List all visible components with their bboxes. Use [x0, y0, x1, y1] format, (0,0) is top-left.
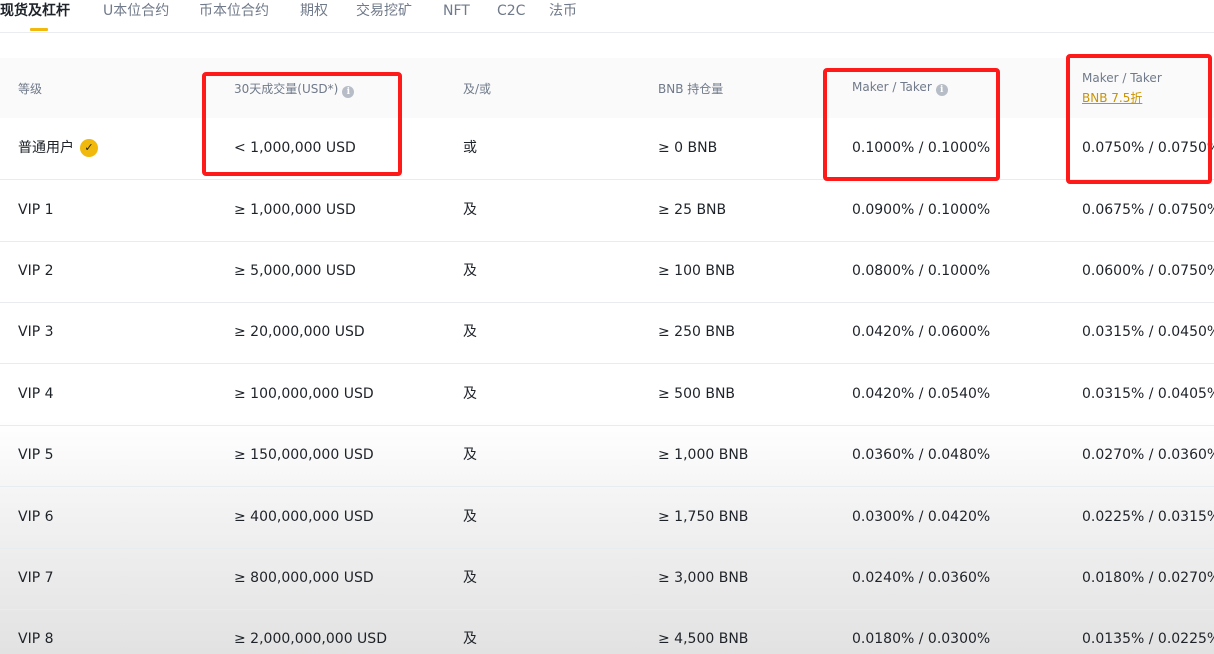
table-header: 等级 30天成交量(USD*) i 及/或 BNB 持仓量 Maker / Tak… — [0, 58, 1214, 118]
table-row: VIP 4 ≥ 100,000,000 USD 及 ≥ 500 BNB 0.04… — [0, 364, 1214, 426]
maker-taker-cell: 0.0420% / 0.0540% — [852, 386, 991, 402]
table-row: VIP 1 ≥ 1,000,000 USD 及 ≥ 25 BNB 0.0900%… — [0, 180, 1214, 242]
volume-cell: ≥ 5,000,000 USD — [234, 263, 356, 279]
header-volume: 30天成交量(USD*) i — [234, 80, 355, 98]
header-tier: 等级 — [18, 82, 43, 96]
and-or-cell: 及 — [463, 263, 477, 279]
header-maker-taker-bnb: Maker / Taker — [1082, 71, 1162, 85]
fee-schedule-page: 现货及杠杆 U本位合约 币本位合约 期权 交易挖矿 NFT C2C 法币 等级 … — [0, 0, 1214, 654]
tier-cell: VIP 8 — [18, 631, 54, 647]
tier-cell: VIP 2 — [18, 263, 54, 279]
header-maker-taker: Maker / Taker i — [852, 80, 948, 96]
bnb-cell: ≥ 1,750 BNB — [658, 509, 749, 525]
tab-spot-margin[interactable]: 现货及杠杆 — [0, 0, 70, 30]
volume-cell: ≥ 150,000,000 USD — [234, 447, 374, 463]
maker-taker-bnb-cell: 0.0600% / 0.0750% — [1082, 263, 1214, 279]
bnb-cell: ≥ 250 BNB — [658, 324, 736, 340]
tab-nft[interactable]: NFT — [443, 0, 470, 30]
maker-taker-cell: 0.0900% / 0.1000% — [852, 202, 991, 218]
tier-cell: VIP 3 — [18, 324, 54, 340]
tab-options[interactable]: 期权 — [300, 0, 328, 30]
and-or-cell: 及 — [463, 631, 477, 647]
bnb-cell: ≥ 500 BNB — [658, 386, 736, 402]
maker-taker-cell: 0.0420% / 0.0600% — [852, 324, 991, 340]
maker-taker-cell: 0.0360% / 0.0480% — [852, 447, 991, 463]
volume-cell: ≥ 2,000,000,000 USD — [234, 631, 387, 647]
tier-cell: VIP 5 — [18, 447, 54, 463]
and-or-cell: 及 — [463, 447, 477, 463]
bnb-cell: ≥ 1,000 BNB — [658, 447, 749, 463]
active-tab-indicator — [30, 28, 48, 31]
tier-cell: VIP 7 — [18, 570, 54, 586]
tier-cell: VIP 1 — [18, 202, 54, 218]
bnb-cell: ≥ 25 BNB — [658, 202, 727, 218]
tab-liquid-swap[interactable]: 交易挖矿 — [356, 0, 412, 30]
table-row: VIP 7 ≥ 800,000,000 USD 及 ≥ 3,000 BNB 0.… — [0, 548, 1214, 610]
and-or-cell: 及 — [463, 509, 477, 525]
maker-taker-bnb-cell: 0.0315% / 0.0450% — [1082, 324, 1214, 340]
maker-taker-bnb-cell: 0.0180% / 0.0270% — [1082, 570, 1214, 586]
bnb-cell: ≥ 4,500 BNB — [658, 631, 749, 647]
maker-taker-cell: 0.0300% / 0.0420% — [852, 509, 991, 525]
and-or-cell: 或 — [463, 140, 477, 156]
table-row: VIP 3 ≥ 20,000,000 USD 及 ≥ 250 BNB 0.042… — [0, 302, 1214, 364]
tab-coinm-futures[interactable]: 币本位合约 — [199, 0, 269, 30]
bnb-discount-link[interactable]: BNB 7.5折 — [1082, 89, 1142, 106]
table-row: 普通用户 ✓ < 1,000,000 USD 或 ≥ 0 BNB 0.1000% … — [0, 118, 1214, 180]
table-row: VIP 5 ≥ 150,000,000 USD 及 ≥ 1,000 BNB 0.… — [0, 425, 1214, 487]
volume-cell: < 1,000,000 USD — [234, 140, 356, 156]
tab-c2c[interactable]: C2C — [497, 0, 525, 30]
table-row: VIP 8 ≥ 2,000,000,000 USD 及 ≥ 4,500 BNB … — [0, 609, 1214, 654]
product-tabs: 现货及杠杆 U本位合约 币本位合约 期权 交易挖矿 NFT C2C 法币 — [0, 0, 1214, 33]
table-row: VIP 6 ≥ 400,000,000 USD 及 ≥ 1,750 BNB 0.… — [0, 487, 1214, 549]
maker-taker-cell: 0.0240% / 0.0360% — [852, 570, 991, 586]
tier-cell: VIP 4 — [18, 386, 54, 402]
maker-taker-bnb-cell: 0.0750% / 0.0750% — [1082, 140, 1214, 156]
maker-taker-cell: 0.1000% / 0.1000% — [852, 140, 991, 156]
and-or-cell: 及 — [463, 324, 477, 340]
tier-label: 普通用户 — [18, 140, 74, 156]
bnb-cell: ≥ 3,000 BNB — [658, 570, 749, 586]
maker-taker-bnb-cell: 0.0135% / 0.0225% — [1082, 631, 1214, 647]
volume-cell: ≥ 100,000,000 USD — [234, 386, 374, 402]
tab-fiat[interactable]: 法币 — [549, 0, 577, 30]
maker-taker-bnb-cell: 0.0225% / 0.0315% — [1082, 509, 1214, 525]
volume-cell: ≥ 1,000,000 USD — [234, 202, 356, 218]
and-or-cell: 及 — [463, 386, 477, 402]
verified-check-icon: ✓ — [80, 139, 98, 157]
table-row: VIP 2 ≥ 5,000,000 USD 及 ≥ 100 BNB 0.0800… — [0, 241, 1214, 303]
header-volume-label: 30天成交量(USD*) — [234, 82, 339, 96]
maker-taker-bnb-cell: 0.0315% / 0.0405% — [1082, 386, 1214, 402]
maker-taker-cell: 0.0800% / 0.1000% — [852, 263, 991, 279]
and-or-cell: 及 — [463, 570, 477, 586]
info-icon[interactable]: i — [935, 84, 948, 96]
tab-usdm-futures[interactable]: U本位合约 — [103, 0, 169, 30]
and-or-cell: 及 — [463, 202, 477, 218]
maker-taker-bnb-cell: 0.0675% / 0.0750% — [1082, 202, 1214, 218]
volume-cell: ≥ 800,000,000 USD — [234, 570, 374, 586]
maker-taker-cell: 0.0180% / 0.0300% — [852, 631, 991, 647]
volume-cell: ≥ 20,000,000 USD — [234, 324, 365, 340]
header-maker-taker-label: Maker / Taker — [852, 80, 932, 94]
volume-cell: ≥ 400,000,000 USD — [234, 509, 374, 525]
header-bnb-balance: BNB 持仓量 — [658, 82, 724, 96]
bnb-cell: ≥ 100 BNB — [658, 263, 736, 279]
header-and-or: 及/或 — [463, 82, 492, 96]
maker-taker-bnb-cell: 0.0270% / 0.0360% — [1082, 447, 1214, 463]
info-icon[interactable]: i — [342, 86, 355, 98]
tier-cell: VIP 6 — [18, 509, 54, 525]
bnb-cell: ≥ 0 BNB — [658, 140, 718, 156]
tier-cell: 普通用户 ✓ — [18, 118, 98, 179]
